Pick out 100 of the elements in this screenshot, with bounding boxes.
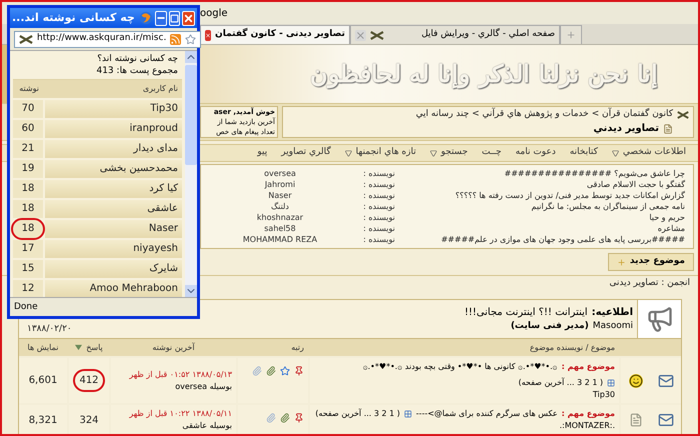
announcement-author[interactable]: Masoomi	[592, 320, 633, 334]
browser-logo-icon	[138, 11, 153, 25]
nav-menu-item[interactable]: دعوت نامه	[515, 146, 556, 160]
count-cell: 70	[13, 100, 43, 118]
user-cell[interactable]: Tip30	[45, 100, 182, 118]
user-cell[interactable]: کیا کرد	[45, 180, 182, 198]
page-links[interactable]: ( 1 2 3 ... آخرین صفحه)	[518, 376, 603, 388]
thread-title[interactable]: ۞.•*♥*•.۞ کانونی ها •*♥*• وقتی بچه بودند ۞.•*♥*•.۞	[362, 360, 558, 372]
topic-link[interactable]: گفتگو با حجت الاسلام صادقی	[395, 179, 685, 190]
bookmark-star-icon[interactable]	[185, 34, 196, 44]
user-cell[interactable]: Naser	[45, 220, 182, 238]
forum-path: انجمن : تصاویر دیدنی	[609, 276, 690, 290]
count-cell: 17	[13, 240, 43, 258]
user-cell[interactable]: عاشقی	[45, 200, 182, 218]
user-cell[interactable]: Amoo Mehraboon	[45, 280, 182, 297]
author-name[interactable]: sahel58	[225, 223, 335, 234]
pin-icon	[294, 366, 304, 376]
view-count: 8,321	[19, 405, 67, 434]
topic-link[interactable]: مشاعره	[395, 223, 685, 234]
author-label: نویسنده :	[362, 168, 395, 179]
browser-tab[interactable]: صفحه اصلي - گالري - ويرايش فايل	[350, 25, 560, 44]
column-header: رتبه	[290, 342, 305, 354]
author-label: نویسنده :	[362, 223, 395, 234]
user-cell[interactable]: iranproud	[45, 120, 182, 138]
nav-menu-item[interactable]: گالري تصاوير	[281, 146, 331, 160]
author-name[interactable]: Jahromi	[225, 179, 335, 190]
count-cell: 18	[13, 180, 43, 198]
author-name[interactable]: khoshnazar	[225, 212, 335, 223]
close-tab-icon[interactable]	[355, 30, 366, 40]
important-label: موضوع مهم :	[562, 360, 615, 372]
user-cell[interactable]: niyayesh	[45, 240, 182, 258]
author-label: نویسنده :	[362, 201, 395, 212]
browser-tab[interactable]: تصاویر دیدنی - کانون گفتمان	[200, 25, 350, 44]
scroll-up-icon[interactable]	[185, 51, 197, 63]
last-post-date: ۱۳۸۸/۰۵/۱۱ ۱۰:۲۲ قبل از ظهر	[128, 408, 232, 420]
author-label: نویسنده :	[362, 212, 395, 223]
topic-link[interactable]: نامه جمعی از سینماگران به مجلس: ما نگرانیم	[395, 201, 685, 212]
topic-link[interactable]: #####بررسی پایه های علمی وجود جهان های موازی در علم#####	[395, 234, 685, 245]
thread-author[interactable]: Tip30	[314, 388, 615, 400]
topic-link[interactable]: چرا عاشق می‌شویم؟ ################	[395, 168, 685, 179]
nav-menu-item[interactable]: اطلاعات شخصي	[612, 146, 686, 160]
maximize-button[interactable]	[168, 10, 180, 26]
reply-count: 412	[73, 369, 105, 392]
user-cell[interactable]: محمدحسین بخشی	[45, 160, 182, 178]
sort-arrow-icon	[75, 344, 82, 351]
scrollbar-thumb[interactable]	[185, 65, 197, 165]
author-name[interactable]: MOHAMMAD REZA	[225, 234, 335, 245]
pages-icon	[404, 410, 412, 418]
author-name[interactable]: Naser	[225, 190, 335, 201]
document-icon	[628, 413, 642, 427]
plus-icon	[616, 258, 626, 266]
page-links[interactable]: ( 1 2 3 ... آخرین صفحه)	[315, 408, 400, 420]
reply-count: 324	[78, 414, 100, 428]
tools-icon	[19, 34, 33, 44]
new-topic-button[interactable]: موضوع جدید	[608, 253, 694, 271]
maximize-icon	[170, 14, 179, 22]
status-text: Done	[13, 301, 39, 314]
nav-menu-item[interactable]: جستجو	[430, 146, 468, 160]
count-cell: 19	[13, 160, 43, 178]
author-label: نویسنده :	[362, 234, 395, 245]
count-cell: 15	[13, 260, 43, 278]
author-name[interactable]: oversea	[225, 168, 335, 179]
announcement-title[interactable]: اینترانت !!؟ اینترنت مجانی!!!	[464, 304, 588, 320]
popup-title: چه کسانی نوشته اند...	[12, 10, 135, 26]
user-cell[interactable]: شایرک	[45, 260, 182, 278]
nav-menu-item[interactable]: چــت	[482, 146, 502, 160]
nav-menu-item[interactable]: کتابخانه	[570, 146, 598, 160]
thread-author[interactable]: .:MONTAZER:.	[314, 420, 615, 432]
nav-menu-item[interactable]: تازه هاي انجمنها	[344, 146, 416, 160]
count-cell: 60	[13, 120, 43, 138]
author-name[interactable]: دلتنگ	[225, 201, 335, 212]
banner-calligraphy: إنا نحن نزلنا الذكر وإنا له لحافظون	[310, 58, 658, 92]
forum-logo-icon	[677, 110, 689, 118]
nav-menu-item[interactable]: پیو	[257, 146, 268, 160]
smiley-icon	[628, 374, 642, 388]
topic-link[interactable]: گزارش امکانات جدید توسط مدیر فنی/ تدوین از دست رفته ها ؟؟؟؟؟	[395, 190, 685, 201]
user-cell[interactable]: مدای دیدار	[45, 140, 182, 158]
announcement-date: ۱۳۸۸/۰۲/۲۰	[27, 322, 72, 336]
last-post-author[interactable]: بوسیله عاشقی	[115, 420, 232, 432]
count-cell: 18	[13, 220, 43, 238]
close-tab-icon[interactable]	[205, 30, 212, 40]
topic-link[interactable]: حریم و حیا	[395, 212, 685, 223]
close-icon	[183, 12, 194, 24]
breadcrumb-path[interactable]: کانون گفتمان قرآن > خدمات و پژوهش هاي قرآني > چند رسانه ايي	[416, 108, 673, 122]
minimize-button[interactable]	[154, 10, 167, 26]
rss-icon	[170, 34, 182, 44]
search-text: oogle	[200, 6, 228, 20]
column-header[interactable]: پاسخ	[69, 339, 109, 356]
column-header: موضوع / نویسنده موضوع	[528, 342, 616, 354]
author-label: نویسنده :	[362, 179, 395, 190]
scroll-down-icon[interactable]	[185, 285, 197, 297]
count-cell: 21	[13, 140, 43, 158]
thread-title[interactable]: عکس های سرگرم کننده برای شما@>----	[416, 408, 558, 420]
last-post-date: ۱۳۸۸/۰۵/۱۳ ۰۱:۵۲ قبل از ظهر	[128, 368, 232, 380]
last-post-author[interactable]: بوسیله oversea	[115, 380, 232, 392]
post-total: مجموع پست ها: 413	[95, 65, 178, 77]
pin-icon	[294, 413, 304, 423]
column-header: آخرین نوشته	[151, 342, 196, 354]
close-button[interactable]	[182, 10, 195, 26]
address-field[interactable]: http://www.askquran.ir/misc.	[14, 30, 202, 48]
